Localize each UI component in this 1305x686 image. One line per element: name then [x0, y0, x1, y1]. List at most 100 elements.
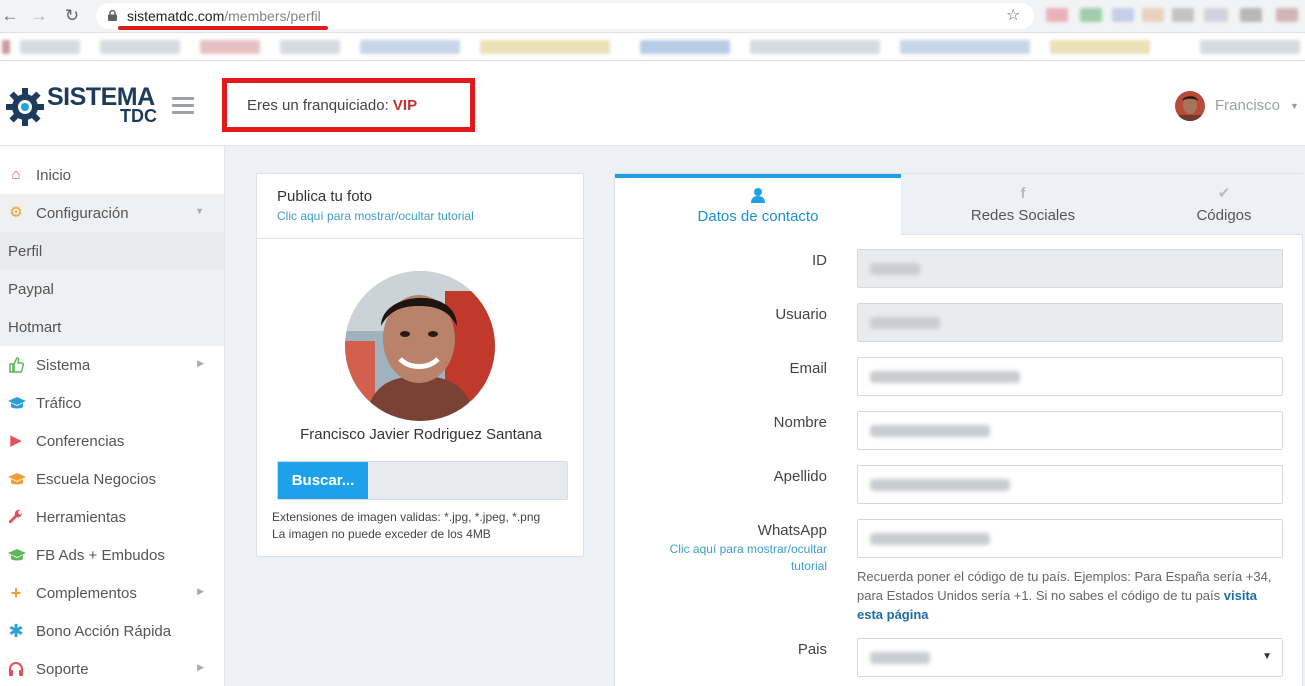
graduation-cap-icon	[8, 471, 26, 487]
contact-data-card: Datos de contacto f Redes Sociales ✔ Cód…	[614, 173, 1303, 686]
wrench-icon	[8, 509, 24, 525]
tutorial-toggle-link[interactable]: Clic aquí para mostrar/ocultar tutorial	[277, 209, 583, 223]
franchise-status-text: Eres un franquiciado: VIP	[247, 97, 418, 114]
sidebar-item-trafico[interactable]: Tráfico	[0, 384, 224, 422]
bookmark-item[interactable]	[1050, 40, 1150, 54]
bookmark-star-icon[interactable]: ☆	[1006, 5, 1020, 25]
size-limit-help-text: La imagen no puede exceder de los 4MB	[272, 527, 491, 541]
whatsapp-tutorial-link[interactable]: Clic aquí para mostrar/ocultar tutorial	[645, 541, 827, 575]
tab-datos-contacto[interactable]: Datos de contacto	[615, 174, 901, 235]
bookmark-item[interactable]	[750, 40, 880, 54]
bookmark-item[interactable]	[280, 40, 340, 54]
sidebar-item-complementos[interactable]: + Complementos ▶	[0, 574, 224, 612]
extension-icon[interactable]	[1204, 8, 1228, 22]
sidebar-item-label: FB Ads + Embudos	[36, 547, 165, 564]
tab-label: Códigos	[1196, 207, 1252, 224]
browse-button[interactable]: Buscar...	[278, 462, 368, 499]
logo-subtitle: TDC	[120, 106, 157, 126]
photo-card-title: Publica tu foto	[277, 188, 373, 205]
user-icon	[615, 187, 901, 207]
extension-icon[interactable]	[1046, 8, 1068, 22]
photo-card-header: Publica tu foto Clic aquí para mostrar/o…	[257, 174, 583, 239]
extension-icon[interactable]	[1240, 8, 1262, 22]
headphones-icon	[8, 661, 24, 677]
home-icon: ⌂	[11, 166, 21, 183]
sidebar-item-escuela-negocios[interactable]: Escuela Negocios	[0, 460, 224, 498]
sidebar-item-label: Hotmart	[8, 319, 62, 336]
sidebar-item-configuracion[interactable]: ⚙ Configuración ▼	[0, 194, 224, 232]
redacted-value	[870, 371, 1020, 383]
sidebar-item-label: Perfil	[8, 243, 43, 260]
chevron-right-icon: ▶	[197, 662, 204, 672]
check-icon: ✔	[1217, 185, 1231, 202]
sidebar-item-label: Configuración	[36, 205, 129, 222]
sidebar-item-conferencias[interactable]: ▶ Conferencias	[0, 422, 224, 460]
pais-select[interactable]: ▼	[857, 638, 1283, 677]
bookmarks-bar	[0, 33, 1305, 61]
forward-icon[interactable]: →	[29, 6, 49, 26]
thumbs-up-icon	[8, 357, 25, 373]
chevron-right-icon: ▶	[197, 586, 204, 596]
sidebar-item-label: Escuela Negocios	[36, 471, 157, 488]
graduation-cap-icon	[8, 547, 26, 563]
redacted-value	[870, 479, 1010, 491]
tab-codigos[interactable]: ✔ Códigos	[1145, 174, 1303, 235]
bookmark-item[interactable]	[640, 40, 730, 54]
sidebar-item-label: Paypal	[8, 281, 54, 298]
bookmark-item[interactable]	[900, 40, 1030, 54]
sidebar-item-inicio[interactable]: ⌂ Inicio	[0, 156, 224, 194]
extension-icon[interactable]	[1112, 8, 1134, 22]
tab-label: Datos de contacto	[697, 208, 819, 225]
sidebar-item-fb-ads[interactable]: FB Ads + Embudos	[0, 536, 224, 574]
hamburger-menu-icon[interactable]	[172, 97, 194, 115]
nombre-field[interactable]	[857, 411, 1283, 450]
sidebar-item-paypal[interactable]: Paypal	[0, 270, 224, 308]
sidebar-item-herramientas[interactable]: Herramientas	[0, 498, 224, 536]
sidebar-item-soporte[interactable]: Soporte ▶	[0, 650, 224, 686]
reload-icon[interactable]: ↻	[62, 6, 82, 26]
redacted-value	[870, 317, 940, 329]
chevron-down-icon: ▼	[195, 206, 204, 216]
redacted-value	[870, 263, 920, 275]
caret-down-icon: ▼	[1262, 651, 1272, 662]
lock-icon	[108, 10, 117, 21]
user-avatar[interactable]	[1175, 91, 1205, 121]
sidebar-item-bono[interactable]: ✱ Bono Acción Rápida	[0, 612, 224, 650]
sidebar-item-perfil[interactable]: Perfil	[0, 232, 224, 270]
user-menu-name[interactable]: Francisco	[1215, 97, 1280, 114]
extension-icon[interactable]	[1172, 8, 1194, 22]
photo-upload-card: Publica tu foto Clic aquí para mostrar/o…	[256, 173, 584, 557]
apellido-field[interactable]	[857, 465, 1283, 504]
sidebar-item-label: Complementos	[36, 585, 137, 602]
url-highlight-underline	[118, 26, 328, 30]
whatsapp-label: WhatsApp	[757, 522, 827, 539]
photo-file-input[interactable]: Buscar...	[277, 461, 568, 500]
bookmark-item[interactable]	[200, 40, 260, 54]
bookmark-item[interactable]	[100, 40, 180, 54]
sidebar: ⌂ Inicio ⚙ Configuración ▼ Perfil Paypal…	[0, 146, 225, 686]
whatsapp-field[interactable]	[857, 519, 1283, 558]
pais-label: Pais	[797, 641, 827, 658]
email-field[interactable]	[857, 357, 1283, 396]
redacted-value	[870, 533, 990, 545]
back-icon[interactable]: ←	[0, 6, 20, 26]
gear-logo-icon	[6, 88, 44, 126]
sidebar-item-label: Soporte	[36, 661, 89, 678]
sidebar-item-sistema[interactable]: Sistema ▶	[0, 346, 224, 384]
tab-redes-sociales[interactable]: f Redes Sociales	[901, 174, 1145, 235]
bookmark-item[interactable]	[1200, 40, 1300, 54]
bookmark-item[interactable]	[480, 40, 610, 54]
app-header: SISTEMA TDC Eres un franquiciado: VIP Fr…	[0, 62, 1305, 146]
apps-icon[interactable]	[2, 40, 10, 54]
email-label: Email	[789, 360, 827, 377]
sidebar-item-hotmart[interactable]: Hotmart	[0, 308, 224, 346]
id-label: ID	[812, 252, 827, 269]
plus-icon: +	[10, 583, 22, 603]
extension-icon[interactable]	[1080, 8, 1102, 22]
profile-photo	[345, 271, 495, 421]
bookmark-item[interactable]	[20, 40, 80, 54]
extension-icon[interactable]	[1142, 8, 1164, 22]
extension-icon[interactable]	[1276, 8, 1298, 22]
caret-down-icon[interactable]: ▼	[1290, 101, 1299, 111]
bookmark-item[interactable]	[360, 40, 460, 54]
